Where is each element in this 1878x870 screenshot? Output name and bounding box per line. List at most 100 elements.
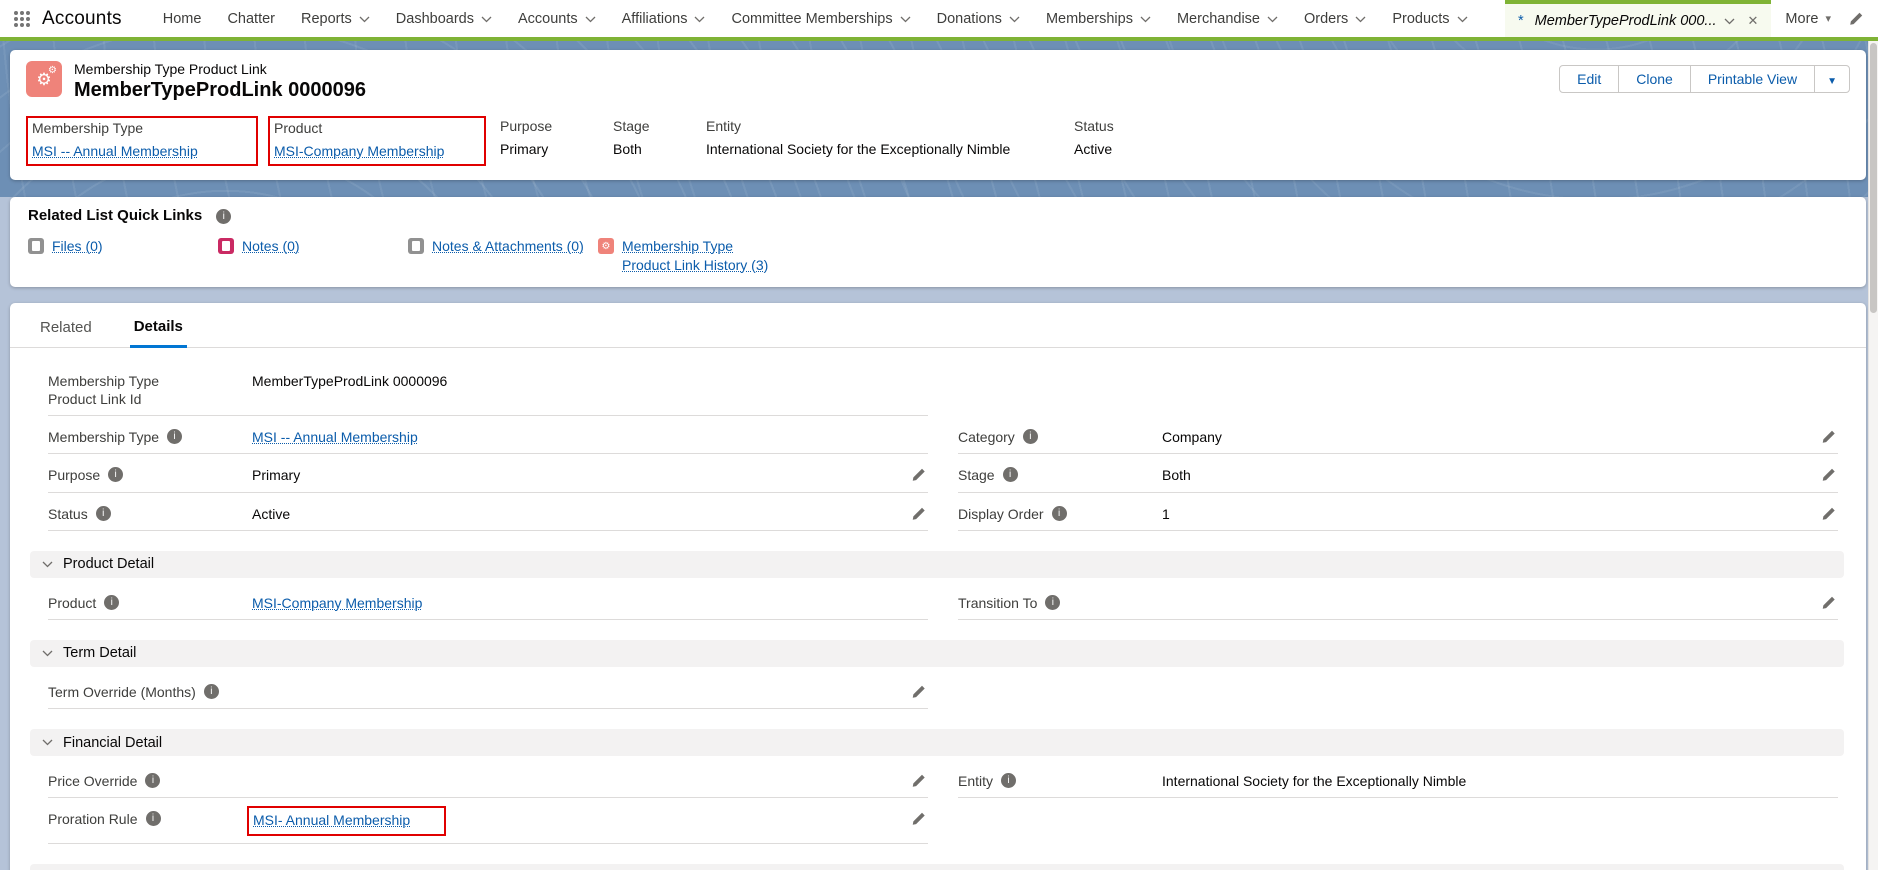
nav-tab-memberships[interactable]: Memberships	[1033, 0, 1164, 37]
info-icon[interactable]: i	[104, 595, 119, 610]
detail-field-product: ProductiMSI-Company Membership	[48, 588, 928, 620]
printable-view-button[interactable]: Printable View	[1690, 65, 1815, 93]
info-icon[interactable]: i	[146, 811, 161, 826]
inline-edit-pencil-icon[interactable]	[1820, 467, 1838, 482]
quick-link-anchor[interactable]: Notes & Attachments (0)	[432, 237, 584, 256]
info-icon[interactable]: i	[1001, 773, 1016, 788]
highlight-value-link[interactable]: MSI-Company Membership	[274, 143, 474, 159]
info-icon[interactable]: i	[167, 429, 182, 444]
inline-edit-pencil-icon[interactable]	[910, 467, 928, 482]
field-value: MemberTypeProdLink 0000096	[252, 372, 928, 390]
info-icon[interactable]: i	[1052, 506, 1067, 521]
field-value-link[interactable]: MSI- Annual Membership	[253, 812, 410, 828]
quick-link-anchor[interactable]: Notes (0)	[242, 237, 300, 256]
record-header-card: ⚙⚙ Membership Type Product Link MemberTy…	[10, 50, 1866, 180]
inline-edit-pencil-icon[interactable]	[910, 684, 928, 699]
nav-tab-orders[interactable]: Orders	[1291, 0, 1379, 37]
chevron-down-icon[interactable]	[900, 16, 911, 23]
nav-tab-products[interactable]: Products	[1379, 0, 1480, 37]
section-header-community-hub-detail[interactable]: Community Hub Detail	[30, 864, 1844, 870]
section-chevron-down-icon[interactable]	[42, 561, 53, 568]
info-icon[interactable]: i	[145, 773, 160, 788]
record-detail-card: RelatedDetails Membership Type Product L…	[10, 303, 1866, 870]
nav-tab-label: Donations	[937, 11, 1002, 27]
chevron-down-icon[interactable]	[1140, 16, 1151, 23]
field-value: Primary	[252, 466, 902, 484]
nav-tab-label: Orders	[1304, 11, 1348, 27]
nav-tab-committee-memberships[interactable]: Committee Memberships	[718, 0, 923, 37]
scrollbar-thumb[interactable]	[1870, 43, 1877, 313]
field-value: MSI-Company Membership	[252, 594, 928, 612]
nav-tab-label: Home	[163, 11, 202, 27]
chevron-down-icon[interactable]	[694, 16, 705, 23]
chevron-down-icon[interactable]	[1267, 16, 1278, 23]
inline-edit-pencil-icon[interactable]	[910, 773, 928, 788]
highlight-value-link[interactable]: MSI -- Annual Membership	[32, 143, 246, 159]
close-tab-icon[interactable]: ✕	[1748, 13, 1759, 29]
inline-edit-pencil-icon[interactable]	[1820, 506, 1838, 521]
app-launcher-icon[interactable]	[14, 11, 30, 27]
field-label-wrap: Entityi	[958, 772, 1162, 790]
section-chevron-down-icon[interactable]	[42, 650, 53, 657]
field-value-link[interactable]: MSI-Company Membership	[252, 595, 422, 611]
history-gears-icon: ⚙	[598, 238, 614, 254]
inline-edit-pencil-icon[interactable]	[910, 506, 928, 521]
more-actions-dropdown-button[interactable]: ▼	[1814, 65, 1850, 93]
nav-tab-donations[interactable]: Donations	[924, 0, 1033, 37]
section-header-product-detail[interactable]: Product Detail	[30, 551, 1844, 578]
tab-related[interactable]: Related	[36, 319, 96, 348]
quick-link-anchor[interactable]: Membership Type Product Link History (3)	[622, 237, 782, 275]
inline-edit-pencil-icon[interactable]	[1820, 595, 1838, 610]
detail-field-transition-to: Transition Toi	[958, 588, 1838, 620]
section-chevron-down-icon[interactable]	[42, 739, 53, 746]
edit-navigation-pencil-icon[interactable]	[1845, 7, 1868, 30]
nav-tab-merchandise[interactable]: Merchandise	[1164, 0, 1291, 37]
info-icon[interactable]: i	[1003, 467, 1018, 482]
highlight-label: Entity	[706, 118, 1050, 134]
edit-button[interactable]: Edit	[1559, 65, 1619, 93]
nav-tab-affiliations[interactable]: Affiliations	[609, 0, 719, 37]
vertical-scrollbar[interactable]	[1868, 41, 1878, 870]
clone-button[interactable]: Clone	[1618, 65, 1691, 93]
highlight-value: Both	[613, 141, 682, 157]
highlight-field-product: ProductMSI-Company Membership	[268, 116, 496, 166]
info-icon[interactable]: i	[96, 506, 111, 521]
chevron-down-icon[interactable]	[359, 16, 370, 23]
field-value-link[interactable]: MSI -- Annual Membership	[252, 429, 418, 445]
info-icon[interactable]: i	[1045, 595, 1060, 610]
chevron-down-icon[interactable]	[481, 16, 492, 23]
quick-link-notes-attachments-0: Notes & Attachments (0)	[408, 237, 598, 256]
section-rows-product-detail: ProductiMSI-Company MembershipTransition…	[30, 582, 1844, 620]
detail-field-price-override: Price Overridei	[48, 766, 928, 798]
section-header-financial-detail[interactable]: Financial Detail	[30, 729, 1844, 756]
page-header-background: ⚙⚙ Membership Type Product Link MemberTy…	[0, 41, 1878, 197]
caret-down-icon: ▼	[1827, 76, 1837, 87]
nav-tab-home[interactable]: Home	[150, 0, 215, 37]
chevron-down-icon[interactable]	[585, 16, 596, 23]
tab-details[interactable]: Details	[130, 318, 187, 348]
chevron-down-icon[interactable]	[1355, 16, 1366, 23]
chevron-down-icon[interactable]	[1009, 16, 1020, 23]
info-icon[interactable]: i	[108, 467, 123, 482]
info-icon[interactable]: i	[204, 684, 219, 699]
nav-tab-dashboards[interactable]: Dashboards	[383, 0, 505, 37]
inline-edit-pencil-icon[interactable]	[910, 811, 928, 826]
note-icon	[218, 238, 234, 254]
nav-more-menu[interactable]: More ▾	[1771, 11, 1845, 27]
field-value: MSI- Annual Membership	[252, 810, 902, 836]
nav-tab-label: Chatter	[227, 11, 275, 27]
nav-tab-membertypeprodlink-active[interactable]: * MemberTypeProdLink 000... ✕	[1505, 0, 1771, 37]
nav-tab-accounts[interactable]: Accounts	[505, 0, 609, 37]
file-icon	[408, 238, 424, 254]
chevron-down-icon[interactable]	[1457, 16, 1468, 23]
section-header-term-detail[interactable]: Term Detail	[30, 640, 1844, 667]
nav-tab-reports[interactable]: Reports	[288, 0, 383, 37]
nav-tab-label: Reports	[301, 11, 352, 27]
info-icon[interactable]: i	[1023, 429, 1038, 444]
info-icon[interactable]: i	[216, 209, 231, 224]
chevron-down-icon[interactable]	[1724, 18, 1735, 25]
quick-link-anchor[interactable]: Files (0)	[52, 237, 103, 256]
page-glyph	[412, 241, 420, 251]
inline-edit-pencil-icon[interactable]	[1820, 429, 1838, 444]
nav-tab-chatter[interactable]: Chatter	[214, 0, 288, 37]
